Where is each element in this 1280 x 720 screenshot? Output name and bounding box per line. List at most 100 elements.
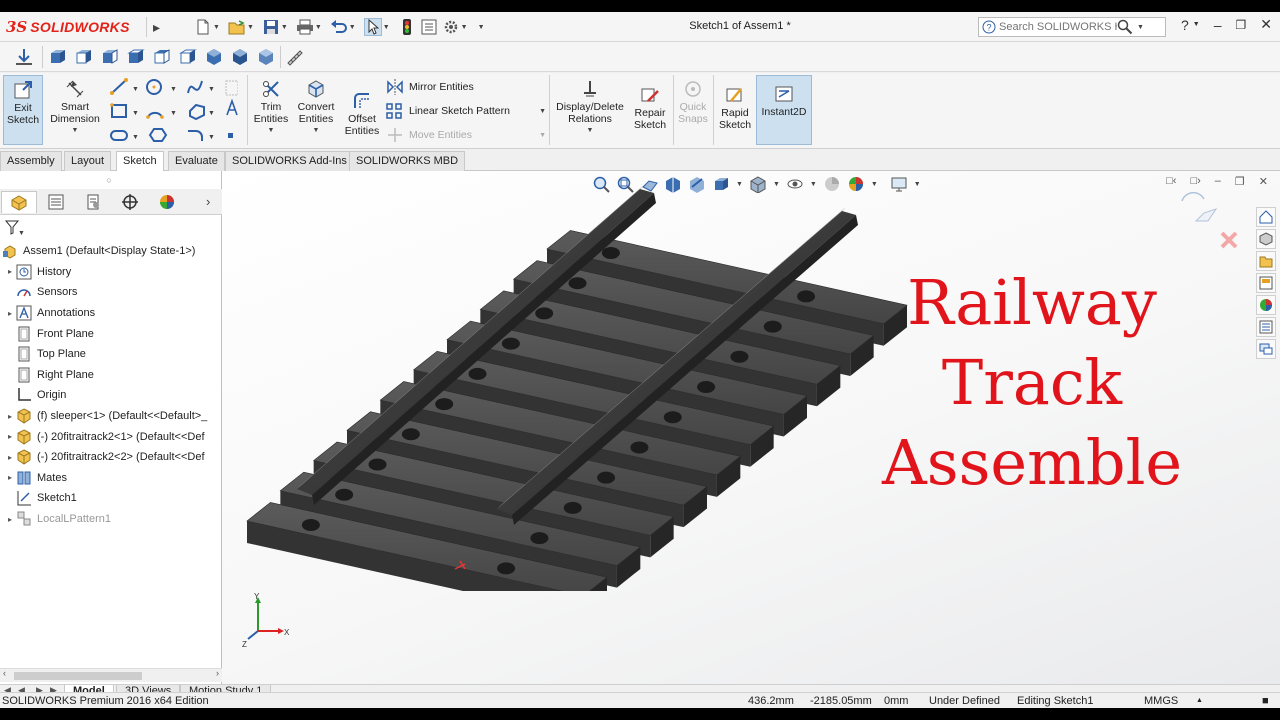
relations-dropdown-icon[interactable]: ▼: [554, 125, 626, 137]
save-dropdown-icon[interactable]: ▼: [281, 24, 288, 31]
graphics-close-icon[interactable]: ✕: [1259, 175, 1268, 188]
tab-sketch[interactable]: Sketch: [116, 151, 164, 171]
tree-item[interactable]: ▸ Annotations: [0, 303, 222, 324]
tree-item[interactable]: Origin: [0, 385, 222, 406]
unit-system-dropdown-icon[interactable]: ▲: [1196, 697, 1203, 704]
tree-item[interactable]: ▸ LocalLPattern1: [0, 509, 222, 530]
rectangle-icon[interactable]: [110, 103, 127, 118]
railway-track-model[interactable]: [222, 171, 942, 591]
arc-icon[interactable]: [146, 111, 164, 119]
new-document-icon[interactable]: [194, 18, 212, 36]
minimize-icon[interactable]: –: [1214, 17, 1222, 33]
move-entities-button[interactable]: Move Entities ▼: [386, 127, 546, 143]
view-trimetric-icon[interactable]: [230, 47, 250, 67]
quick-snaps-button[interactable]: Quick Snaps: [676, 75, 710, 125]
appearances-icon[interactable]: [1256, 295, 1276, 315]
graphics-minimize-icon[interactable]: –: [1215, 175, 1221, 188]
expand-arrow-icon[interactable]: ▸: [4, 267, 16, 276]
open-dropdown-icon[interactable]: ▼: [247, 24, 254, 31]
view-bottom-icon[interactable]: [178, 47, 198, 67]
graphics-area[interactable]: ▼ ▼ ▼ ▼ ▼ □‹ □› – ❐ ✕ Railway Track Asse…: [222, 171, 1280, 684]
rapid-sketch-button[interactable]: Rapid Sketch: [716, 75, 754, 131]
file-properties-icon[interactable]: [420, 18, 438, 36]
smart-dimension-dropdown-icon[interactable]: ▼: [46, 125, 104, 137]
circle-icon[interactable]: [146, 79, 162, 95]
resources-home-icon[interactable]: [1256, 207, 1276, 227]
tree-item[interactable]: ▸ History: [0, 262, 222, 283]
logo-menu-chevron-icon[interactable]: ▸: [146, 17, 166, 37]
panel-grip-icon[interactable]: ○: [104, 175, 114, 185]
property-manager-tab-icon[interactable]: [38, 191, 74, 213]
scroll-right-icon[interactable]: ›: [216, 668, 219, 678]
line-icon[interactable]: [110, 78, 128, 95]
expand-arrow-icon[interactable]: ▸: [4, 473, 16, 482]
dimxpert-tab-icon[interactable]: [112, 191, 148, 213]
spline-icon[interactable]: [187, 80, 203, 94]
tab-solidworks-add-ins[interactable]: SOLIDWORKS Add-Ins: [225, 151, 354, 171]
tab-layout[interactable]: Layout: [64, 151, 112, 171]
display-manager-tab-icon[interactable]: [149, 191, 185, 213]
scroll-left-icon[interactable]: ‹: [3, 668, 6, 678]
hexagon-icon[interactable]: [148, 128, 168, 142]
view-palette-icon[interactable]: [1256, 273, 1276, 293]
feature-tree-horizontal-scrollbar[interactable]: ‹ ›: [0, 668, 222, 682]
expand-arrow-icon[interactable]: ▸: [4, 453, 16, 462]
trim-entities-button[interactable]: Trim Entities ▼: [252, 75, 290, 137]
help-dropdown-icon[interactable]: ▼: [1193, 21, 1200, 28]
select-cursor-icon[interactable]: [363, 18, 382, 36]
tree-item[interactable]: Right Plane: [0, 365, 222, 386]
collapse-right-icon[interactable]: □›: [1190, 175, 1200, 188]
undo-icon[interactable]: [330, 18, 348, 36]
tabs-scroll-right-icon[interactable]: ›: [206, 194, 210, 209]
close-icon[interactable]: ✕: [1260, 16, 1272, 33]
filter-icon[interactable]: ▼: [4, 219, 25, 237]
slot-icon[interactable]: [110, 130, 128, 141]
tab-assembly[interactable]: Assembly: [0, 151, 62, 171]
select-dropdown-icon[interactable]: ▼: [383, 24, 390, 31]
configuration-manager-tab-icon[interactable]: [75, 191, 111, 213]
tree-item[interactable]: ▸ (-) 20fitraitrack2<1> (Default<<Def: [0, 426, 222, 447]
view-left-icon[interactable]: [100, 47, 120, 67]
convert-entities-button[interactable]: Convert Entities ▼: [294, 75, 338, 137]
tree-item[interactable]: Sensors: [0, 282, 222, 303]
cancel-sketch-confirm-icon[interactable]: [1220, 231, 1238, 249]
status-expand-icon[interactable]: ■: [1262, 695, 1269, 707]
restore-icon[interactable]: ❐: [1236, 18, 1247, 32]
tree-item[interactable]: Sketch1: [0, 488, 222, 509]
pattern-dropdown-icon[interactable]: ▼: [539, 108, 546, 115]
graphics-restore-icon[interactable]: ❐: [1235, 175, 1245, 188]
help-search-input[interactable]: [999, 21, 1117, 33]
forum-icon[interactable]: [1256, 339, 1276, 359]
search-dropdown-icon[interactable]: ▼: [1137, 24, 1144, 31]
text-icon[interactable]: [226, 98, 238, 116]
tree-item[interactable]: Front Plane: [0, 323, 222, 344]
fillet-icon[interactable]: [188, 130, 203, 141]
polygon-icon[interactable]: [189, 103, 205, 121]
expand-arrow-icon[interactable]: ▸: [4, 432, 16, 441]
new-dropdown-icon[interactable]: ▼: [213, 24, 220, 31]
customize-dropdown-icon[interactable]: ▼: [478, 24, 485, 31]
view-dimetric-icon[interactable]: [256, 47, 276, 67]
open-folder-icon[interactable]: [228, 18, 246, 36]
save-icon[interactable]: [262, 18, 280, 36]
tab-evaluate[interactable]: Evaluate: [168, 151, 225, 171]
tree-item[interactable]: ▸ Mates: [0, 468, 222, 489]
design-library-icon[interactable]: [1256, 229, 1276, 249]
tree-item[interactable]: ▸ (f) sleeper<1> (Default<<Default>_: [0, 406, 222, 427]
view-back-icon[interactable]: [74, 47, 94, 67]
mirror-entities-button[interactable]: Mirror Entities: [386, 79, 474, 95]
undo-dropdown-icon[interactable]: ▼: [349, 24, 356, 31]
search-icon[interactable]: [1117, 19, 1133, 35]
options-gear-icon[interactable]: [442, 18, 460, 36]
options-dropdown-icon[interactable]: ▼: [461, 24, 468, 31]
view-top-icon[interactable]: [152, 47, 172, 67]
rebuild-traffic-light-icon[interactable]: [398, 18, 416, 36]
help-button[interactable]: ?: [1181, 17, 1189, 33]
plane-sketch-icon[interactable]: [225, 80, 238, 96]
file-explorer-icon[interactable]: [1256, 251, 1276, 271]
view-isometric-icon[interactable]: [204, 47, 224, 67]
tree-item[interactable]: ▸ (-) 20fitraitrack2<2> (Default<<Def: [0, 447, 222, 468]
print-icon[interactable]: [296, 18, 314, 36]
feature-tree-tab-icon[interactable]: [1, 191, 37, 213]
move-dropdown-icon[interactable]: ▼: [539, 132, 546, 139]
